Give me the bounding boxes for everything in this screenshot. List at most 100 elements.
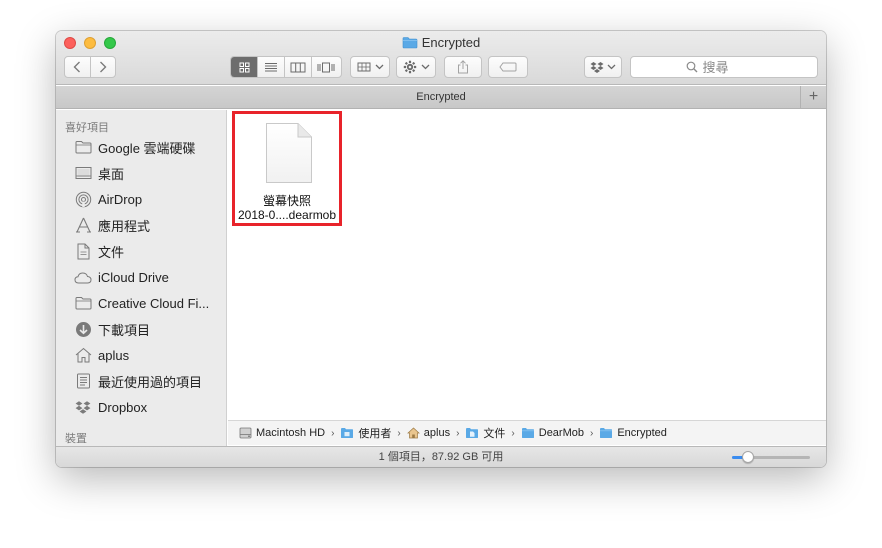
add-tab-button[interactable]: + bbox=[800, 86, 826, 109]
nav-buttons bbox=[64, 56, 116, 78]
sidebar-item-aplus[interactable]: aplus bbox=[56, 342, 226, 368]
desktop-icon bbox=[74, 164, 92, 182]
document-icon bbox=[265, 122, 313, 187]
chevron-down-icon bbox=[421, 64, 429, 70]
sidebar-item-recents[interactable]: 最近使用過的項目 bbox=[56, 368, 226, 394]
path-crumb-macintosh-hd[interactable]: Macintosh HD bbox=[239, 427, 325, 439]
status-bar: 1 個項目，87.92 GB 可用 bbox=[56, 446, 826, 467]
sidebar-item-label: 最近使用過的項目 bbox=[98, 374, 203, 390]
folder-icon bbox=[74, 294, 92, 312]
window-title: Encrypted bbox=[56, 35, 826, 52]
path-crumb-label: aplus bbox=[423, 427, 451, 439]
cover-flow-view-button[interactable] bbox=[312, 57, 339, 77]
path-separator: › bbox=[331, 427, 335, 439]
window-title-text: Encrypted bbox=[421, 35, 481, 50]
sidebar-devices-header: 裝置 bbox=[65, 433, 87, 445]
search-icon bbox=[686, 61, 697, 73]
action-button[interactable] bbox=[396, 56, 436, 78]
sidebar-item-applications[interactable]: 應用程式 bbox=[56, 212, 226, 238]
sidebar-item-documents[interactable]: 文件 bbox=[56, 238, 226, 264]
path-crumb-label: Macintosh HD bbox=[256, 427, 326, 439]
path-crumb-label: 文件 bbox=[483, 428, 506, 440]
file-browser-content: 螢幕快照 2018-0....dearmob bbox=[228, 110, 826, 419]
search-input[interactable] bbox=[702, 59, 763, 75]
icon-size-slider-knob[interactable] bbox=[742, 451, 754, 463]
folder-icon bbox=[465, 427, 479, 439]
sidebar-item-label: 桌面 bbox=[98, 166, 125, 182]
icon-size-slider[interactable] bbox=[732, 451, 810, 463]
cloud-icon bbox=[74, 268, 92, 286]
file-name-line1: 螢幕快照 bbox=[262, 194, 311, 208]
sidebar-item-downloads[interactable]: 下載項目 bbox=[56, 316, 226, 342]
tags-button[interactable] bbox=[488, 56, 528, 78]
path-crumb-label: DearMob bbox=[538, 427, 584, 439]
recents-icon bbox=[74, 372, 92, 390]
file-name-line2: 2018-0....dearmob bbox=[237, 208, 337, 222]
arrange-button[interactable] bbox=[350, 56, 390, 78]
home-icon bbox=[74, 346, 92, 364]
search-field[interactable] bbox=[630, 56, 818, 78]
file-item[interactable]: 螢幕快照 2018-0....dearmob bbox=[232, 111, 342, 226]
sidebar-item-label: 文件 bbox=[98, 244, 125, 260]
sidebar-item-label: aplus bbox=[98, 347, 130, 363]
toolbar: Encrypted bbox=[56, 31, 826, 85]
back-button[interactable] bbox=[65, 57, 91, 77]
tab-encrypted[interactable]: Encrypted bbox=[416, 91, 466, 103]
home-icon bbox=[406, 427, 420, 439]
sidebar-item-desktop[interactable]: 桌面 bbox=[56, 160, 226, 186]
documents-icon bbox=[74, 242, 92, 260]
dropbox-button[interactable] bbox=[584, 56, 622, 78]
path-crumb-documents[interactable]: 文件 bbox=[465, 425, 505, 441]
path-crumb-label: Encrypted bbox=[617, 427, 667, 439]
sidebar-item-creative-cloud[interactable]: Creative Cloud Fi... bbox=[56, 290, 226, 316]
sidebar-item-google-drive[interactable]: Google 雲端硬碟 bbox=[56, 134, 226, 160]
path-separator: › bbox=[456, 427, 460, 439]
tab-bar: Encrypted + bbox=[56, 86, 826, 109]
chevron-down-icon bbox=[607, 64, 616, 70]
arrange-grid-icon bbox=[357, 62, 370, 72]
folder-icon bbox=[599, 427, 613, 439]
share-button[interactable] bbox=[444, 56, 482, 78]
cover-flow-icon bbox=[317, 62, 334, 72]
chevron-down-icon bbox=[375, 64, 383, 70]
sidebar-item-label: Creative Cloud Fi... bbox=[98, 295, 210, 311]
path-crumb-aplus[interactable]: aplus bbox=[406, 427, 451, 439]
forward-button[interactable] bbox=[91, 57, 116, 77]
path-separator: › bbox=[397, 427, 401, 439]
share-icon bbox=[458, 60, 468, 74]
sidebar: 喜好項目 Google 雲端硬碟 桌面 AirDrop 應用程式 文件 iClo… bbox=[56, 110, 227, 446]
dropbox-icon bbox=[74, 398, 92, 416]
harddisk-icon bbox=[239, 427, 252, 439]
path-crumb-encrypted[interactable]: Encrypted bbox=[599, 427, 667, 439]
sidebar-item-label: Dropbox bbox=[98, 399, 148, 415]
path-crumb-users[interactable]: 使用者 bbox=[340, 425, 391, 441]
dropbox-icon bbox=[590, 61, 604, 73]
columns-icon bbox=[290, 62, 306, 72]
finder-window: Encrypted 搜尋 Encrypted + 喜好項目 Google 雲端硬… bbox=[56, 31, 826, 467]
path-separator: › bbox=[590, 427, 594, 439]
sidebar-item-label: Google 雲端硬碟 bbox=[98, 140, 196, 156]
icon-view-button[interactable] bbox=[231, 57, 258, 77]
folder-icon bbox=[521, 427, 535, 439]
sidebar-favorites-header: 喜好項目 bbox=[65, 122, 109, 134]
folder-icon bbox=[74, 138, 92, 156]
folder-icon bbox=[340, 427, 354, 439]
status-text: 1 個項目，87.92 GB 可用 bbox=[378, 451, 504, 463]
chevron-right-icon bbox=[99, 61, 107, 73]
column-view-button[interactable] bbox=[285, 57, 312, 77]
sidebar-item-dropbox[interactable]: Dropbox bbox=[56, 394, 226, 420]
path-crumb-dearmob[interactable]: DearMob bbox=[521, 427, 584, 439]
path-separator: › bbox=[511, 427, 515, 439]
sidebar-item-label: 下載項目 bbox=[98, 322, 151, 338]
path-bar: Macintosh HD › 使用者 › aplus › 文件 › DearMo… bbox=[228, 420, 826, 445]
applications-icon bbox=[74, 216, 92, 234]
sidebar-item-icloud-drive[interactable]: iCloud Drive bbox=[56, 264, 226, 290]
gear-icon bbox=[403, 60, 416, 74]
list-icon bbox=[265, 62, 277, 71]
airdrop-icon bbox=[74, 190, 92, 208]
chevron-left-icon bbox=[73, 61, 81, 73]
sidebar-item-label: iCloud Drive bbox=[98, 269, 169, 285]
sidebar-item-airdrop[interactable]: AirDrop bbox=[56, 186, 226, 212]
list-view-button[interactable] bbox=[258, 57, 285, 77]
downloads-icon bbox=[74, 320, 92, 338]
